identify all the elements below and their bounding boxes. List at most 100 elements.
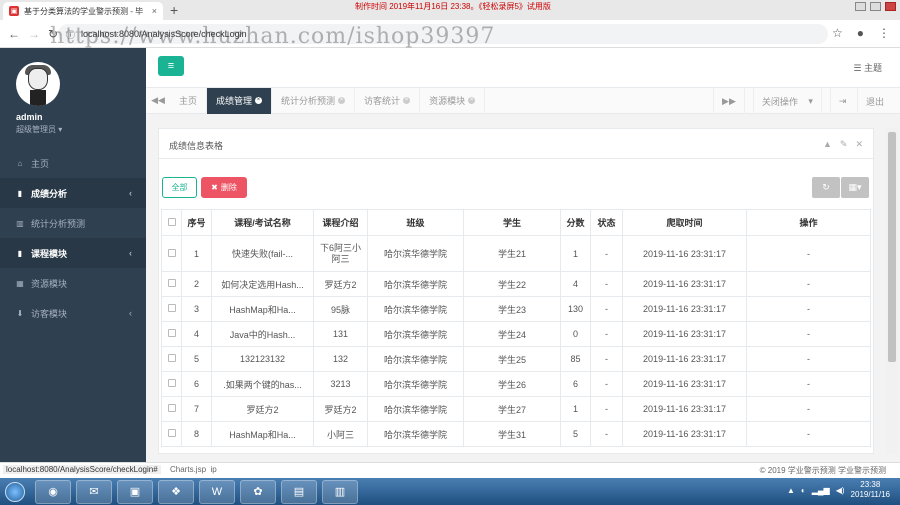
column-header[interactable]: 课程/考试名称 — [211, 209, 314, 236]
all-button[interactable]: 全部 — [162, 177, 197, 198]
tab-visitor-stats[interactable]: 访客统计 × — [355, 87, 421, 114]
close-tab-icon[interactable]: × — [255, 97, 263, 104]
recorder-taskbar-icon[interactable]: ▤ — [281, 479, 317, 504]
sidebar-item-resource-module[interactable]: ▦ 资源模块 — [0, 268, 146, 298]
row-checkbox-cell[interactable] — [161, 396, 182, 422]
delete-button[interactable]: ✖ 删除 — [201, 177, 247, 198]
chrome-taskbar-icon[interactable]: ◉ — [35, 479, 71, 504]
column-header[interactable]: 操作 — [746, 209, 871, 236]
close-tab-icon[interactable]: × — [152, 6, 157, 16]
row-checkbox-cell[interactable] — [161, 296, 182, 322]
tabs-scroll-left-icon[interactable]: ◀◀ — [146, 95, 170, 106]
column-header[interactable]: 课程介绍 — [313, 209, 368, 236]
forward-arrow-icon[interactable]: → — [28, 27, 40, 41]
app-taskbar-icon[interactable]: ▣ — [117, 479, 153, 504]
avatar[interactable] — [16, 62, 60, 106]
column-header[interactable]: 分数 — [560, 209, 591, 236]
tool-taskbar-icon[interactable]: ✿ — [240, 479, 276, 504]
minimize-button[interactable] — [855, 2, 866, 11]
close-tab-icon[interactable]: × — [338, 97, 346, 104]
select-all-checkbox[interactable] — [167, 217, 176, 226]
theme-button[interactable]: ☰ 主题 — [853, 61, 882, 74]
columns-dropdown-button[interactable]: ▦▾ — [841, 177, 869, 198]
row-checkbox[interactable] — [167, 279, 176, 287]
close-tab-icon[interactable]: × — [468, 97, 476, 104]
row-checkbox-cell[interactable] — [161, 421, 182, 447]
column-header[interactable]: 爬取时间 — [622, 209, 747, 236]
sidebar-toggle-button[interactable]: ≡ — [158, 56, 184, 76]
volume-icon[interactable]: ◀) — [836, 486, 845, 495]
folder-taskbar-icon[interactable]: ❖ — [158, 479, 194, 504]
sidebar-item-home[interactable]: ⌂ 主页 — [0, 148, 146, 178]
row-checkbox-cell[interactable] — [161, 235, 182, 272]
table-cell-op: - — [746, 296, 871, 322]
sidebar-item-visitor-module[interactable]: ⬇ 访客模块 ‹ — [0, 298, 146, 328]
tab-resource-module[interactable]: 资源模块 × — [420, 87, 486, 114]
close-operations-dropdown[interactable]: 关闭操作 ▾ — [743, 88, 821, 114]
user-role-dropdown[interactable]: 超级管理员 ▾ — [16, 124, 146, 135]
maximize-button[interactable] — [870, 2, 881, 11]
table-row[interactable]: 2 如何决定选用Hash... 罗廷方2 哈尔滨华德学院 学生22 4-2019-11-1… — [161, 271, 871, 297]
network-icon[interactable]: ▂▄▆ — [812, 486, 830, 495]
account-icon[interactable]: ● — [857, 26, 864, 40]
row-checkbox-cell[interactable] — [161, 321, 182, 347]
table-row[interactable]: 3 HashMap和Ha... 95脉 哈尔滨华德学院 学生23 130-2019-11-… — [161, 296, 871, 322]
sidebar-item-stats-prediction[interactable]: ▥ 统计分析预测 — [0, 208, 146, 238]
explorer-taskbar-icon[interactable]: ▥ — [322, 479, 358, 504]
clock[interactable]: 23:38 2019/11/16 — [851, 480, 890, 500]
column-header[interactable]: 状态 — [590, 209, 623, 236]
table-cell-status: - — [590, 396, 623, 422]
tab-stats-prediction[interactable]: 统计分析预测 × — [272, 87, 356, 114]
table-cell-score: 1 — [560, 396, 591, 422]
close-icon[interactable]: ✕ — [855, 139, 863, 150]
table-cell-time: 2019-11-16 23:31:17 — [622, 271, 747, 297]
row-checkbox[interactable] — [167, 379, 176, 387]
close-tab-icon[interactable]: × — [403, 97, 411, 104]
wechat-taskbar-icon[interactable]: ✉ — [76, 479, 112, 504]
sidebar-item-score-analysis[interactable]: ▮ 成绩分析 ‹ — [0, 178, 146, 208]
column-header[interactable]: 班级 — [367, 209, 464, 236]
start-button[interactable] — [0, 479, 30, 505]
close-window-button[interactable] — [885, 2, 896, 11]
tabs-scroll-right-icon[interactable]: ▶▶ — [713, 88, 744, 114]
table-row[interactable]: 4 Java中的Hash... 131 哈尔滨华德学院 学生24 0-2019-11-16… — [161, 321, 871, 347]
row-checkbox[interactable] — [167, 429, 176, 437]
logout-button[interactable]: ⇥ 退出 — [820, 88, 900, 114]
row-checkbox-cell[interactable] — [161, 346, 182, 372]
score-table: 序号 课程/考试名称 课程介绍 班级 学生 分数 状态 爬取时间 操作 1 快速失… — [161, 209, 871, 447]
row-checkbox[interactable] — [167, 354, 176, 362]
bookmark-star-icon[interactable]: ☆ — [832, 26, 843, 40]
browser-tab[interactable]: ▣ 基于分类算法的学业警示预测 - 毕 × — [3, 2, 163, 20]
tab-score-management[interactable]: 成绩管理 × — [207, 87, 273, 114]
close-icon: ✖ — [211, 183, 218, 192]
column-header[interactable]: 学生 — [463, 209, 561, 236]
row-checkbox-cell[interactable] — [161, 271, 182, 297]
wrench-icon[interactable]: ✎ — [840, 139, 848, 150]
row-checkbox[interactable] — [167, 248, 176, 257]
row-checkbox[interactable] — [167, 404, 176, 412]
row-checkbox[interactable] — [167, 304, 176, 312]
row-checkbox-cell[interactable] — [161, 371, 182, 397]
column-header[interactable]: 序号 — [181, 209, 212, 236]
table-row[interactable]: 5 132123132 132 哈尔滨华德学院 学生25 85-2019-11-16 23… — [161, 346, 871, 372]
page-scrollbar[interactable] — [886, 128, 898, 454]
table-row[interactable]: 7 罗廷方2 罗廷方2 哈尔滨华德学院 学生27 1-2019-11-16 23:31:1… — [161, 396, 871, 422]
scrollbar-thumb[interactable] — [888, 132, 896, 362]
qq-icon[interactable]: ◐ — [801, 486, 806, 495]
browser-menu-icon[interactable]: ⋮ — [878, 26, 890, 40]
row-checkbox[interactable] — [167, 329, 176, 337]
new-tab-button[interactable]: + — [170, 2, 178, 18]
table-cell-status: - — [590, 346, 623, 372]
tray-arrow-icon[interactable]: ▲ — [787, 486, 795, 495]
table-row[interactable]: 6 .如果两个键的has... 3213 哈尔滨华德学院 学生26 6-2019-11-1… — [161, 371, 871, 397]
table-row[interactable]: 8 HashMap和Ha... 小阿三 哈尔滨华德学院 学生31 5-2019-11-16… — [161, 421, 871, 447]
select-all-checkbox-cell[interactable] — [161, 209, 182, 236]
sidebar-item-course-module[interactable]: ▮ 课程模块 ‹ — [0, 238, 146, 268]
collapse-icon[interactable]: ▲ — [823, 139, 832, 150]
word-taskbar-icon[interactable]: W — [199, 479, 235, 504]
table-cell-name: HashMap和Ha... — [211, 296, 314, 322]
refresh-button[interactable]: ↻ — [812, 177, 840, 198]
table-row[interactable]: 1 快速失败(fail-... 下6阿三小阿三 哈尔滨华德学院 学生21 1-2019-1… — [161, 235, 871, 272]
tab-home[interactable]: 主页 — [170, 87, 208, 114]
back-arrow-icon[interactable]: ← — [8, 27, 20, 41]
